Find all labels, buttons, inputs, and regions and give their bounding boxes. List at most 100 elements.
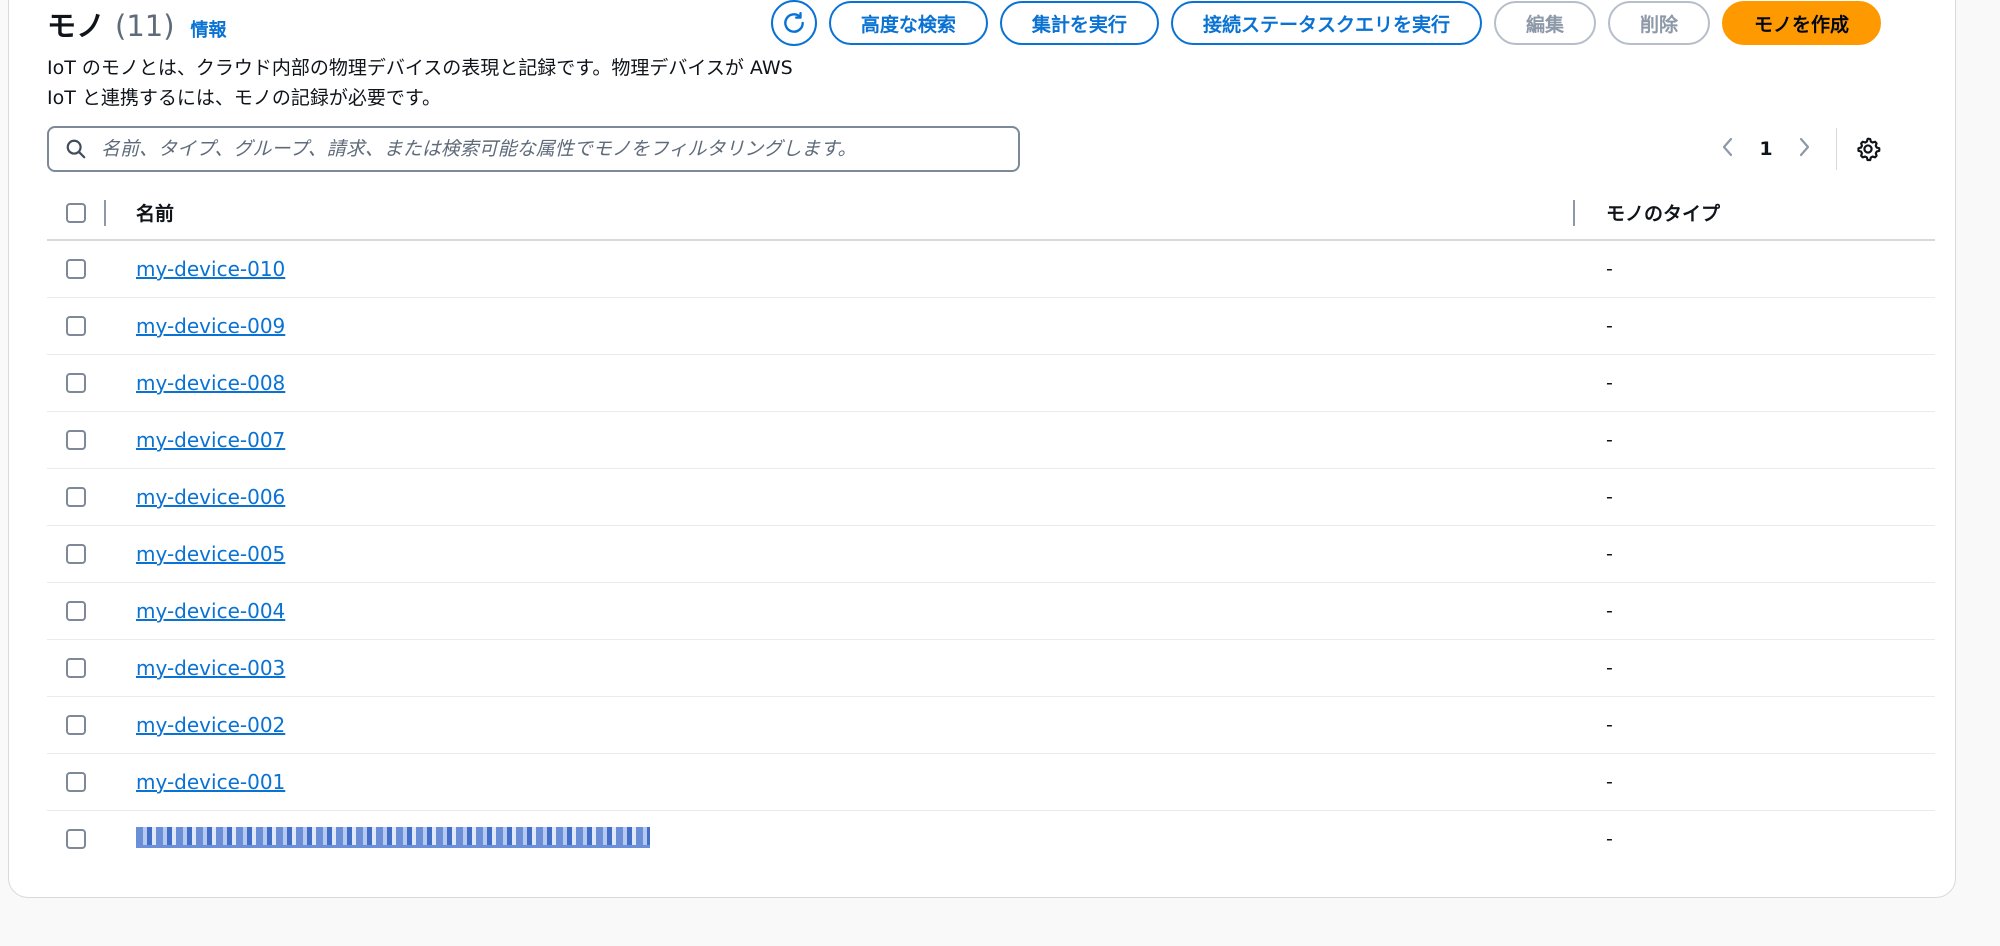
table-row[interactable]: my-device-010 - bbox=[47, 241, 1935, 298]
table-row[interactable]: my-device-007 - bbox=[47, 412, 1935, 469]
page-description: IoT のモノとは、クラウド内部の物理デバイスの表現と記録です。物理デバイスが … bbox=[47, 53, 793, 113]
things-count: (11) bbox=[115, 9, 175, 43]
thing-name-cell: my-device-006 bbox=[136, 485, 285, 509]
page-title: モノ bbox=[47, 9, 106, 43]
thing-name-link[interactable]: my-device-003 bbox=[136, 656, 285, 680]
row-checkbox[interactable] bbox=[66, 430, 86, 450]
select-all-checkbox[interactable] bbox=[66, 202, 86, 223]
row-select-cell bbox=[47, 430, 106, 450]
row-checkbox[interactable] bbox=[66, 772, 86, 792]
previous-page-button[interactable] bbox=[1708, 136, 1748, 162]
table-row[interactable]: my-device-008 - bbox=[47, 355, 1935, 412]
table-body: my-device-010- my-device-009- my-device-00… bbox=[47, 241, 1935, 867]
description-line-2: IoT と連携するには、モノの記録が必要です。 bbox=[47, 87, 441, 109]
thing-type-cell: - bbox=[1606, 657, 1613, 679]
page-header: モノ (11) 情報 bbox=[47, 3, 227, 45]
thing-name-cell: my-device-009 bbox=[136, 314, 285, 338]
table-row[interactable]: - bbox=[47, 811, 1935, 867]
row-checkbox[interactable] bbox=[66, 658, 86, 678]
row-select-cell bbox=[47, 487, 106, 507]
thing-name-cell: my-device-002 bbox=[136, 713, 285, 737]
row-checkbox[interactable] bbox=[66, 487, 86, 507]
pagination-divider bbox=[1836, 128, 1837, 170]
row-select-cell bbox=[47, 601, 106, 621]
header-actions: 高度な検索 集計を実行 接続ステータスクエリを実行 編集 削除 モノを作成 bbox=[770, 0, 1881, 46]
pagination: 1 bbox=[1708, 128, 1881, 170]
search-input[interactable] bbox=[99, 137, 1018, 161]
table-row[interactable]: my-device-009 - bbox=[47, 298, 1935, 355]
row-checkbox[interactable] bbox=[66, 373, 86, 393]
row-checkbox[interactable] bbox=[66, 259, 86, 279]
thing-name-cell: my-device-008 bbox=[136, 371, 285, 395]
next-page-button[interactable] bbox=[1784, 136, 1824, 162]
thing-name-link[interactable]: my-device-002 bbox=[136, 713, 285, 737]
thing-name-cell: my-device-004 bbox=[136, 599, 285, 623]
thing-name-link[interactable]: my-device-010 bbox=[136, 257, 285, 281]
table-row[interactable]: my-device-003 - bbox=[47, 640, 1935, 697]
column-resizer[interactable] bbox=[1573, 199, 1575, 226]
select-all-cell bbox=[47, 202, 106, 223]
row-select-cell bbox=[47, 316, 106, 336]
edit-button[interactable]: 編集 bbox=[1493, 1, 1596, 45]
thing-name-cell: my-device-007 bbox=[136, 428, 285, 452]
thing-name-link[interactable]: my-device-007 bbox=[136, 428, 285, 452]
chevron-left-icon bbox=[1722, 137, 1733, 157]
thing-name-link[interactable]: my-device-001 bbox=[136, 770, 285, 794]
column-header-thing-type[interactable]: モノのタイプ bbox=[1606, 199, 1720, 226]
table-row[interactable]: my-device-002 - bbox=[47, 697, 1935, 754]
thing-type-cell: - bbox=[1606, 315, 1613, 337]
table-row[interactable]: my-device-006 - bbox=[47, 469, 1935, 526]
row-select-cell bbox=[47, 259, 106, 279]
thing-name-cell: my-device-003 bbox=[136, 656, 285, 680]
row-select-cell bbox=[47, 658, 106, 678]
page-number[interactable]: 1 bbox=[1748, 138, 1784, 160]
refresh-button[interactable] bbox=[770, 0, 817, 46]
thing-name-cell: my-device-005 bbox=[136, 542, 285, 566]
refresh-icon bbox=[784, 12, 804, 33]
thing-type-cell: - bbox=[1606, 771, 1613, 793]
row-select-cell bbox=[47, 829, 106, 849]
thing-name-link[interactable]: my-device-004 bbox=[136, 599, 285, 623]
thing-type-cell: - bbox=[1606, 543, 1613, 565]
delete-button[interactable]: 削除 bbox=[1607, 1, 1710, 45]
run-aggregation-button[interactable]: 集計を実行 bbox=[999, 1, 1159, 45]
thing-name-link[interactable]: my-device-005 bbox=[136, 542, 285, 566]
table-row[interactable]: my-device-005 - bbox=[47, 526, 1935, 583]
thing-type-cell: - bbox=[1606, 258, 1613, 280]
thing-type-cell: - bbox=[1606, 714, 1613, 736]
thing-name-link[interactable]: my-device-008 bbox=[136, 371, 285, 395]
thing-type-cell: - bbox=[1606, 486, 1613, 508]
thing-type-cell: - bbox=[1606, 600, 1613, 622]
thing-type-cell: - bbox=[1606, 372, 1613, 394]
search-icon bbox=[66, 139, 86, 159]
row-select-cell bbox=[47, 544, 106, 564]
table-header: 名前 モノのタイプ bbox=[47, 186, 1935, 241]
run-connectivity-query-button[interactable]: 接続ステータスクエリを実行 bbox=[1170, 1, 1482, 45]
row-checkbox[interactable] bbox=[66, 544, 86, 564]
row-checkbox[interactable] bbox=[66, 715, 86, 735]
redacted-thing-name-link[interactable] bbox=[136, 826, 650, 848]
thing-name-cell bbox=[136, 826, 650, 852]
row-checkbox[interactable] bbox=[66, 601, 86, 621]
thing-type-cell: - bbox=[1606, 828, 1613, 850]
gear-icon bbox=[1857, 137, 1881, 162]
preferences-button[interactable] bbox=[1855, 136, 1881, 162]
thing-name-cell: my-device-010 bbox=[136, 257, 285, 281]
table-row[interactable]: my-device-001 - bbox=[47, 754, 1935, 811]
filter-search bbox=[47, 126, 1020, 172]
description-line-1: IoT のモノとは、クラウド内部の物理デバイスの表現と記録です。物理デバイスが … bbox=[47, 57, 793, 79]
thing-name-link[interactable]: my-device-009 bbox=[136, 314, 285, 338]
row-checkbox[interactable] bbox=[66, 829, 86, 849]
info-link[interactable]: 情報 bbox=[191, 16, 227, 42]
row-checkbox[interactable] bbox=[66, 316, 86, 336]
things-panel: モノ (11) 情報 IoT のモノとは、クラウド内部の物理デバイスの表現と記録… bbox=[8, 0, 1956, 898]
advanced-search-button[interactable]: 高度な検索 bbox=[828, 1, 988, 45]
table-row[interactable]: my-device-004 - bbox=[47, 583, 1935, 640]
column-header-name[interactable]: 名前 bbox=[136, 199, 174, 226]
things-table: 名前 モノのタイプ my-device-010- my-device-009- my… bbox=[47, 186, 1935, 867]
row-select-cell bbox=[47, 715, 106, 735]
column-divider bbox=[104, 199, 106, 226]
thing-name-link[interactable]: my-device-006 bbox=[136, 485, 285, 509]
row-select-cell bbox=[47, 373, 106, 393]
create-thing-button[interactable]: モノを作成 bbox=[1721, 1, 1881, 45]
